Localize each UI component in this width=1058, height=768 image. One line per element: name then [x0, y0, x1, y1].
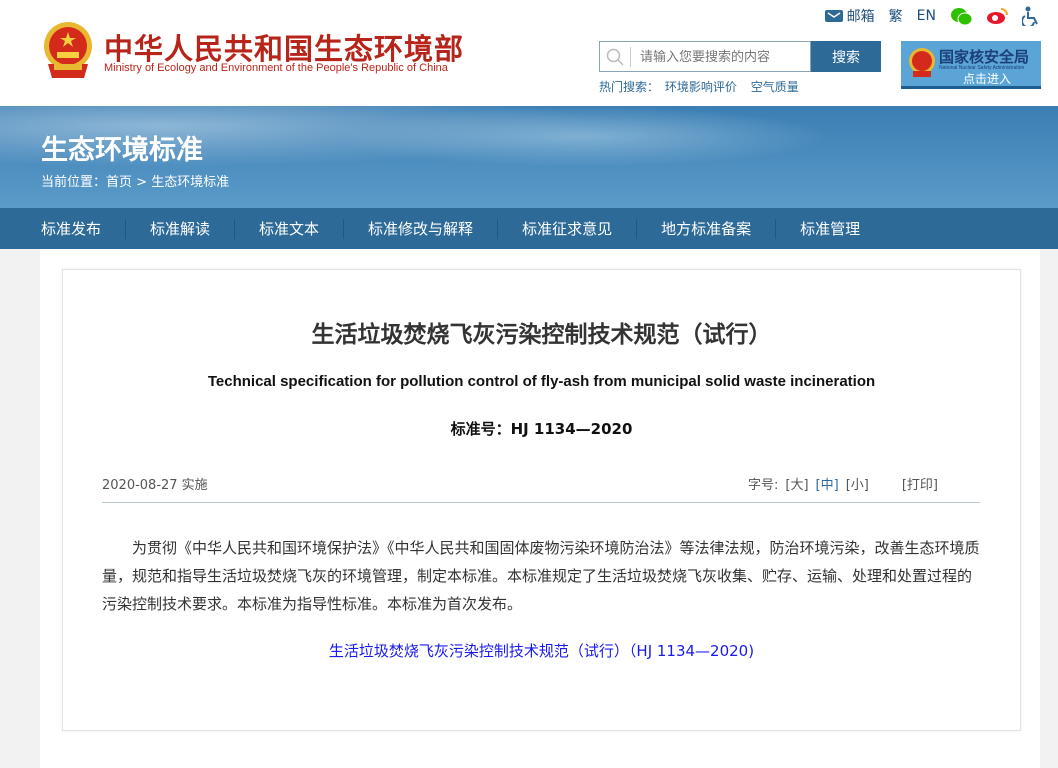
hot-search-link[interactable]: 环境影响评价: [665, 80, 737, 94]
nsa-banner-link[interactable]: 国家核安全局 National Nuclear Safety Administr…: [901, 41, 1041, 89]
nav-item-local-standards[interactable]: 地方标准备案: [661, 218, 751, 239]
nav-divider: [775, 218, 777, 239]
wechat-icon[interactable]: [950, 7, 972, 25]
nav-item-standard-text[interactable]: 标准文本: [259, 218, 319, 239]
header: 中华人民共和国生态环境部 Ministry of Ecology and Env…: [0, 0, 1058, 106]
nav-divider: [234, 218, 236, 239]
search-button[interactable]: 搜索: [811, 41, 881, 72]
hot-search-label: 热门搜索：: [599, 80, 660, 94]
font-size-controls: 字号: [大] [中] [小] [打印]: [748, 474, 938, 493]
article-title-en: Technical specification for pollution co…: [207, 373, 876, 390]
top-links: 邮箱 繁 EN: [824, 6, 1040, 26]
traditional-chinese-link[interactable]: 繁: [889, 6, 903, 26]
weibo-icon[interactable]: [986, 7, 1008, 25]
site-logo-subtitle: Ministry of Ecology and Environment of t…: [104, 62, 448, 74]
breadcrumb-separator: >: [136, 175, 148, 190]
article-title: 生活垃圾焚烧飞灰污染控制技术规范（试行）: [311, 322, 772, 348]
breadcrumb-current[interactable]: 生态环境标准: [151, 175, 229, 190]
mail-icon: [824, 10, 843, 22]
nav-item-standard-release[interactable]: 标准发布: [41, 218, 101, 239]
standard-number: 标准号：HJ 1134—2020: [450, 420, 633, 438]
font-size-small[interactable]: [小]: [846, 474, 869, 493]
breadcrumb: 当前位置：首页 > 生态环境标准: [41, 171, 229, 190]
breadcrumb-home[interactable]: 首页: [106, 175, 132, 190]
hot-search: 热门搜索： 环境影响评价 空气质量: [599, 78, 809, 95]
article-body: 为贯彻《中华人民共和国环境保护法》《中华人民共和国固体废物污染环境防治法》等法律…: [102, 539, 980, 613]
accessibility-icon[interactable]: [1022, 6, 1040, 26]
search-input[interactable]: [640, 46, 805, 68]
divider: [102, 502, 980, 503]
nav-item-standard-management[interactable]: 标准管理: [800, 218, 860, 239]
english-link[interactable]: EN: [917, 8, 936, 24]
nav-divider: [125, 218, 127, 239]
nav-item-standard-interpretation[interactable]: 标准解读: [150, 218, 210, 239]
section-banner: 生态环境标准 当前位置：首页 > 生态环境标准: [0, 106, 1058, 208]
national-emblem-icon: [44, 22, 92, 78]
nav-divider: [636, 218, 638, 239]
section-nav: 标准发布 标准解读 标准文本 标准修改与解释 标准征求意见 地方标准备案 标准管…: [0, 208, 1058, 249]
nav-divider: [343, 218, 345, 239]
mail-label: 邮箱: [846, 9, 875, 25]
nav-divider: [497, 218, 499, 239]
mail-link[interactable]: 邮箱: [824, 6, 875, 26]
nav-item-standard-comments[interactable]: 标准征求意见: [522, 218, 612, 239]
nsa-enter: 点击进入: [963, 72, 1012, 86]
hot-search-link[interactable]: 空气质量: [751, 80, 799, 94]
article-card: 生活垃圾焚烧飞灰污染控制技术规范（试行） Technical specifica…: [62, 269, 1021, 731]
nsa-title: 国家核安全局: [939, 48, 1030, 66]
national-emblem-icon: [909, 48, 935, 77]
search-box: [599, 41, 811, 72]
nav-item-standard-amendment[interactable]: 标准修改与解释: [368, 218, 473, 239]
font-size-large[interactable]: [大]: [785, 474, 808, 493]
search-icon: [606, 48, 624, 66]
search-divider: [630, 47, 631, 67]
font-size-medium[interactable]: [中]: [816, 474, 839, 493]
effective-date: 2020-08-27 实施: [102, 478, 208, 493]
font-size-label: 字号:: [747, 478, 779, 493]
print-button[interactable]: [打印]: [902, 474, 938, 493]
section-title: 生态环境标准: [41, 135, 203, 166]
standard-document-link[interactable]: 生活垃圾焚烧飞灰污染控制技术规范（试行）（HJ 1134—2020): [63, 640, 1020, 661]
breadcrumb-label: 当前位置：: [41, 175, 107, 190]
